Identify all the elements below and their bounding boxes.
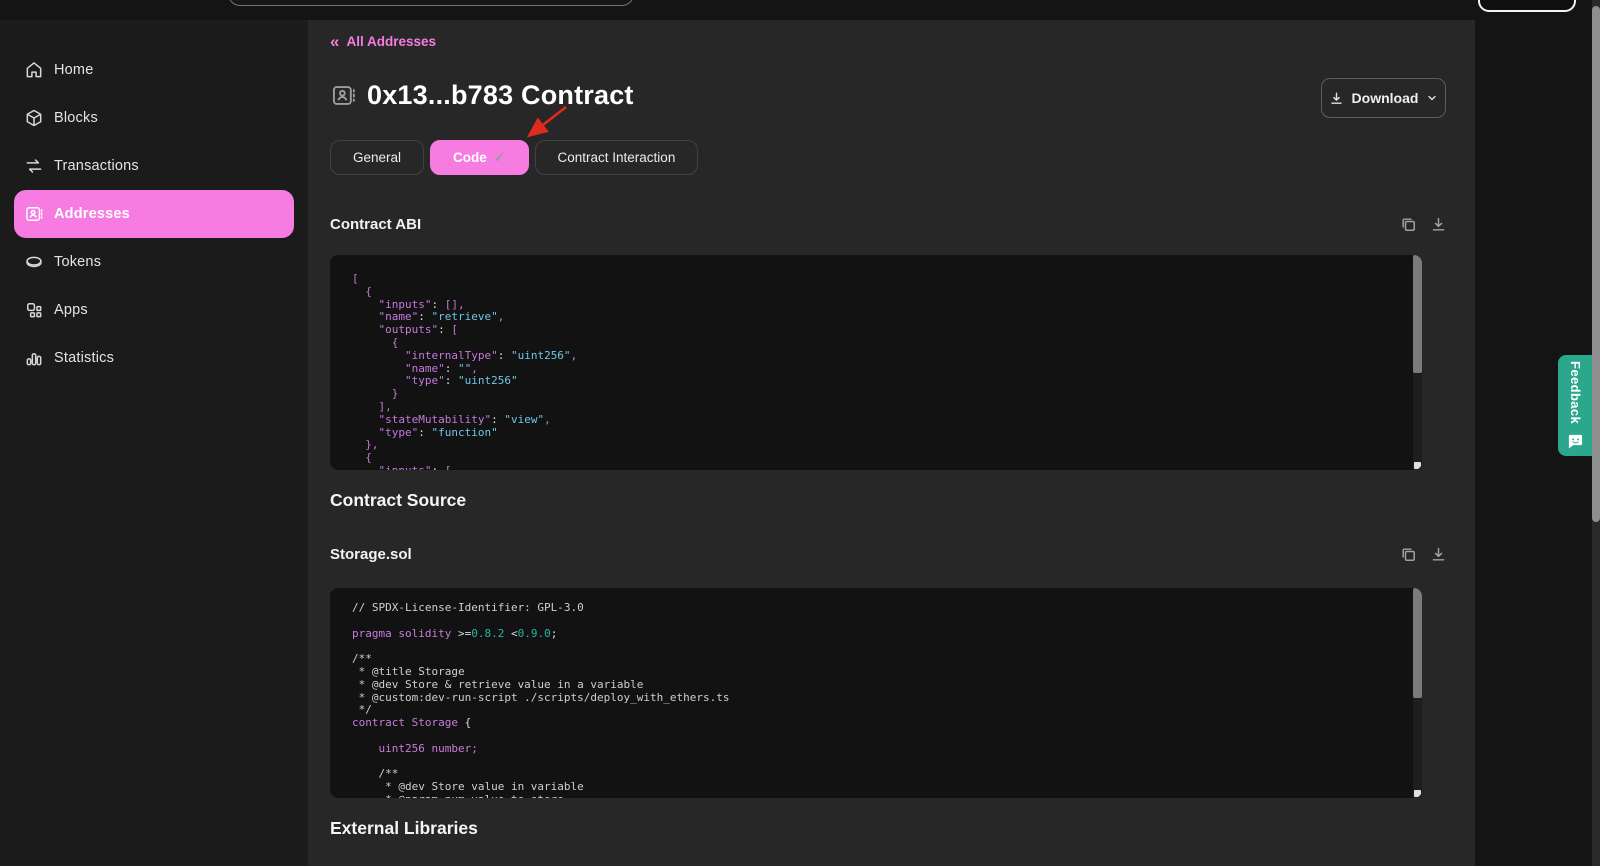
tab-general[interactable]: General bbox=[330, 140, 424, 175]
abi-scrollbar-thumb[interactable] bbox=[1413, 255, 1422, 373]
download-icon[interactable] bbox=[1430, 216, 1447, 233]
apps-grid-icon bbox=[24, 300, 44, 320]
download-icon bbox=[1329, 91, 1344, 106]
sidebar-item-label: Home bbox=[54, 62, 93, 78]
sidebar-item-transactions[interactable]: Transactions bbox=[0, 142, 308, 190]
source-actions bbox=[1400, 546, 1447, 563]
tab-label: Code bbox=[453, 150, 487, 165]
feedback-button[interactable]: Feedback bbox=[1558, 355, 1593, 456]
external-libraries-heading: External Libraries bbox=[330, 818, 478, 839]
sidebar-item-home[interactable]: Home bbox=[0, 46, 308, 94]
check-icon: ✓ bbox=[494, 149, 506, 166]
sidebar-item-addresses[interactable]: Addresses bbox=[14, 190, 294, 238]
token-coin-icon bbox=[24, 252, 44, 272]
source-scrollbar-thumb[interactable] bbox=[1413, 588, 1422, 698]
topbar-button[interactable] bbox=[1478, 0, 1576, 12]
tab-bar: General Code ✓ Contract Interaction bbox=[330, 140, 698, 175]
contract-source-heading: Contract Source bbox=[330, 490, 466, 511]
abi-code: [ { "inputs": [], "name": "retrieve", "o… bbox=[352, 255, 1408, 470]
tab-label: Contract Interaction bbox=[558, 150, 676, 165]
bar-chart-icon bbox=[24, 348, 44, 368]
sidebar-item-statistics[interactable]: Statistics bbox=[0, 334, 308, 382]
blocks-cube-icon bbox=[24, 108, 44, 128]
sidebar: Home Blocks Transactions Addresses Token… bbox=[0, 20, 308, 866]
tab-label: General bbox=[353, 150, 401, 165]
resize-handle[interactable] bbox=[1414, 790, 1421, 797]
sidebar-item-apps[interactable]: Apps bbox=[0, 286, 308, 334]
breadcrumb-all-addresses[interactable]: « All Addresses bbox=[330, 34, 436, 49]
tab-code[interactable]: Code ✓ bbox=[430, 140, 528, 175]
search-input[interactable] bbox=[228, 0, 634, 6]
sidebar-nav: Home Blocks Transactions Addresses Token… bbox=[0, 46, 308, 382]
download-button-label: Download bbox=[1352, 90, 1419, 106]
chat-smiley-icon bbox=[1567, 433, 1584, 450]
resize-handle[interactable] bbox=[1414, 462, 1421, 469]
contract-abi-code-block[interactable]: [ { "inputs": [], "name": "retrieve", "o… bbox=[330, 255, 1422, 470]
contract-abi-heading: Contract ABI bbox=[330, 216, 421, 233]
sidebar-item-blocks[interactable]: Blocks bbox=[0, 94, 308, 142]
chevron-down-icon bbox=[1426, 92, 1438, 104]
title-row: 0x13...b783 Contract bbox=[330, 80, 634, 111]
sidebar-item-label: Transactions bbox=[54, 158, 139, 174]
sidebar-item-label: Addresses bbox=[54, 206, 130, 222]
address-card-icon bbox=[330, 82, 357, 109]
contract-source-code-block[interactable]: // SPDX-License-Identifier: GPL-3.0 prag… bbox=[330, 588, 1422, 798]
copy-icon[interactable] bbox=[1400, 216, 1417, 233]
home-icon bbox=[24, 60, 44, 80]
tab-contract-interaction[interactable]: Contract Interaction bbox=[535, 140, 699, 175]
sidebar-item-label: Statistics bbox=[54, 350, 114, 366]
main-panel: « All Addresses 0x13...b783 Contract Dow… bbox=[308, 20, 1475, 866]
abi-actions bbox=[1400, 216, 1447, 233]
page-scrollbar-thumb[interactable] bbox=[1592, 6, 1600, 522]
download-button[interactable]: Download bbox=[1321, 78, 1446, 118]
page-title: 0x13...b783 Contract bbox=[367, 80, 634, 111]
copy-icon[interactable] bbox=[1400, 546, 1417, 563]
sidebar-item-tokens[interactable]: Tokens bbox=[0, 238, 308, 286]
source-file-name: Storage.sol bbox=[330, 546, 412, 563]
sidebar-item-label: Apps bbox=[54, 302, 88, 318]
feedback-label: Feedback bbox=[1568, 361, 1583, 424]
transactions-arrows-icon bbox=[24, 156, 44, 176]
source-code: // SPDX-License-Identifier: GPL-3.0 prag… bbox=[352, 588, 1408, 798]
double-chevron-left-icon: « bbox=[330, 35, 339, 48]
sidebar-item-label: Tokens bbox=[54, 254, 101, 270]
breadcrumb-label: All Addresses bbox=[346, 34, 436, 49]
sidebar-item-label: Blocks bbox=[54, 110, 98, 126]
address-card-icon bbox=[24, 204, 44, 224]
download-icon[interactable] bbox=[1430, 546, 1447, 563]
